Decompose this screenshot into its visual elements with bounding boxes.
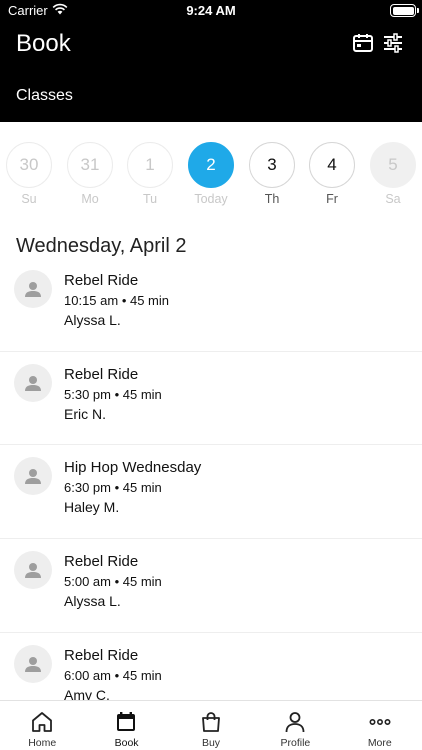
battery-icon xyxy=(390,4,419,17)
calendar-button[interactable] xyxy=(352,32,376,56)
person-icon xyxy=(25,563,41,579)
day-today[interactable]: 2 Today xyxy=(188,142,234,206)
person-icon xyxy=(25,656,41,672)
person-icon xyxy=(25,375,41,391)
tab-book[interactable]: Book xyxy=(84,701,168,750)
class-name: Rebel Ride xyxy=(64,365,139,383)
day-th[interactable]: 3 Th xyxy=(249,142,295,206)
class-instructor: Haley M. xyxy=(64,499,120,516)
day-number: 30 xyxy=(6,142,52,188)
day-label: Today xyxy=(194,192,228,206)
class-instructor: Eric N. xyxy=(64,405,106,422)
list-item[interactable]: Rebel Ride 5:00 am • 45 min Alyssa L. xyxy=(0,539,422,633)
class-time: 5:00 am • 45 min xyxy=(64,574,162,590)
tab-profile[interactable]: Profile xyxy=(253,701,337,750)
home-icon xyxy=(32,712,52,732)
tab-label: Home xyxy=(28,737,57,749)
calendar-icon xyxy=(117,712,136,731)
shopping-bag-icon xyxy=(201,712,220,732)
status-bar: Carrier 9:24 AM xyxy=(0,0,422,22)
person-icon xyxy=(25,469,41,485)
day-label: Fr xyxy=(326,192,338,206)
class-name: Rebel Ride xyxy=(64,553,139,571)
tab-label: Buy xyxy=(201,737,221,749)
list-item[interactable]: Hip Hop Wednesday 6:30 pm • 45 min Haley… xyxy=(0,445,422,540)
class-name: Hip Hop Wednesday xyxy=(64,459,202,477)
day-fr[interactable]: 4 Fr xyxy=(309,142,355,206)
day-mo[interactable]: 31 Mo xyxy=(67,142,113,206)
day-number: 2 xyxy=(188,142,234,188)
day-label: Sa xyxy=(385,192,401,206)
profile-icon xyxy=(285,712,305,733)
class-time: 6:30 pm • 45 min xyxy=(64,480,162,496)
class-instructor: Alyssa L. xyxy=(64,312,121,328)
class-name: Rebel Ride xyxy=(64,646,139,664)
class-time: 10:15 am • 45 min xyxy=(64,293,169,308)
day-su[interactable]: 30 Su xyxy=(6,142,52,206)
filter-button[interactable] xyxy=(382,32,406,56)
header: Book Classes xyxy=(0,22,422,122)
day-label: Tu xyxy=(142,192,158,206)
day-number: 1 xyxy=(127,142,173,188)
tab-label: More xyxy=(367,737,392,749)
tab-label: Book xyxy=(114,737,139,749)
class-instructor: Alyssa L. xyxy=(64,593,121,610)
list-item[interactable]: Rebel Ride 5:30 pm • 45 min Eric N. xyxy=(0,352,422,446)
avatar xyxy=(14,551,52,590)
clock: 9:24 AM xyxy=(186,3,236,18)
day-number: 3 xyxy=(249,142,295,188)
list-item[interactable]: Rebel Ride 6:00 am • 45 min Amy C. xyxy=(0,633,422,700)
tab-bar: Home Book Buy Profile More xyxy=(0,700,422,750)
day-number: 5 xyxy=(370,142,416,188)
date-heading: Wednesday, April 2 xyxy=(16,235,187,257)
date-strip: 30 Su 31 Mo 1 Tu 2 Today 3 Th 4 Fr 5 Sa xyxy=(0,122,422,214)
day-label: Th xyxy=(264,192,280,206)
tab-classes[interactable]: Classes xyxy=(16,87,73,105)
more-icon xyxy=(369,719,391,726)
class-time: 6:00 am • 45 min xyxy=(64,667,162,683)
tab-more[interactable]: More xyxy=(338,701,422,750)
class-instructor: Amy C. xyxy=(64,686,110,700)
day-number: 4 xyxy=(309,142,355,188)
filter-icon xyxy=(384,33,402,53)
day-sa: 5 Sa xyxy=(370,142,416,206)
list-item[interactable]: Rebel Ride 10:15 am • 45 min Alyssa L. xyxy=(0,258,422,352)
class-time: 5:30 pm • 45 min xyxy=(64,386,162,402)
avatar xyxy=(14,644,52,683)
avatar xyxy=(14,363,52,402)
tab-label: Profile xyxy=(280,737,311,749)
day-number: 31 xyxy=(67,142,113,188)
day-tu[interactable]: 1 Tu xyxy=(127,142,173,206)
class-list[interactable]: Rebel Ride 10:15 am • 45 min Alyssa L. R… xyxy=(0,258,422,700)
calendar-icon xyxy=(353,34,373,52)
avatar xyxy=(14,457,52,496)
day-label: Su xyxy=(21,192,37,206)
tab-buy[interactable]: Buy xyxy=(169,701,253,750)
class-name: Rebel Ride xyxy=(64,272,139,289)
avatar xyxy=(14,270,52,308)
person-icon xyxy=(25,282,41,297)
page-title: Book xyxy=(16,30,71,57)
day-label: Mo xyxy=(81,192,99,206)
tab-home[interactable]: Home xyxy=(0,701,84,750)
